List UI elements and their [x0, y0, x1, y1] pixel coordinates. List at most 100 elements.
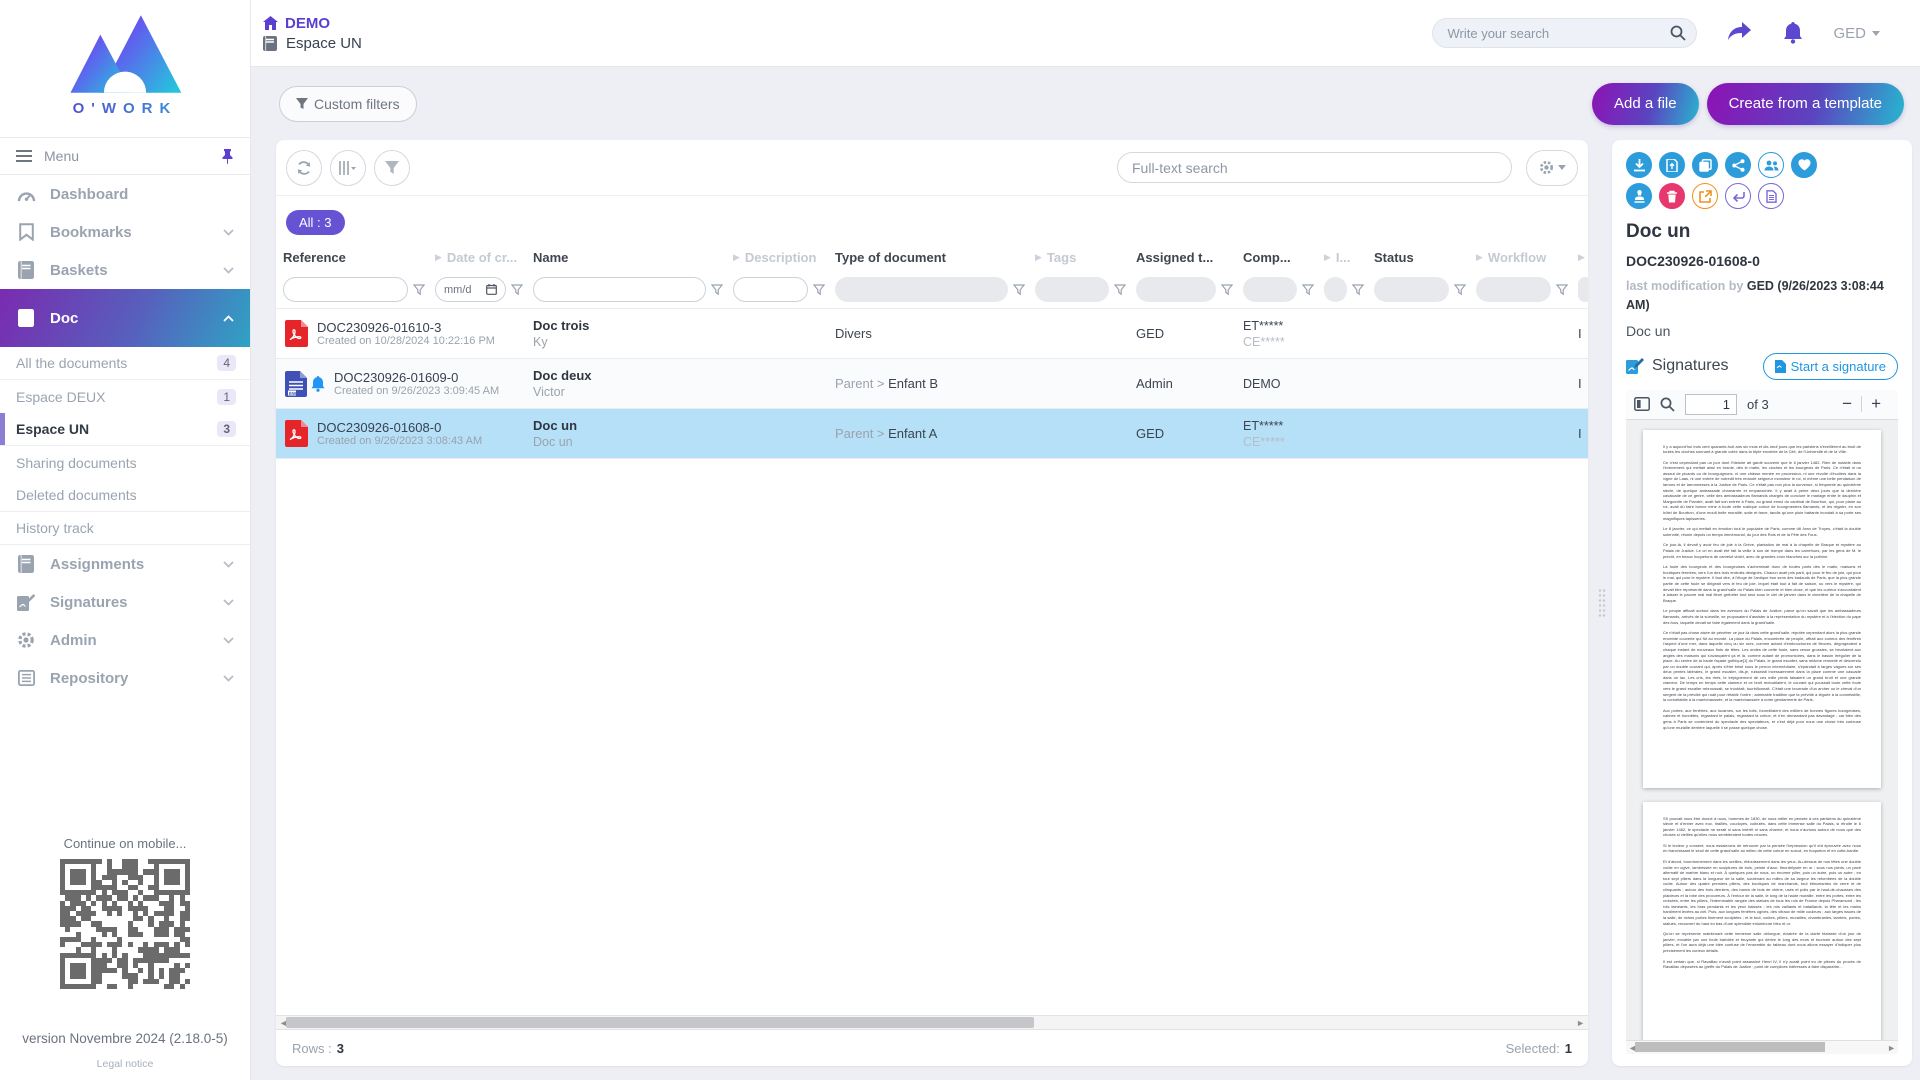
- funnel-icon[interactable]: [813, 284, 825, 296]
- pdf-search-icon[interactable]: [1660, 397, 1675, 412]
- filter-input[interactable]: [283, 277, 408, 302]
- sidebar-subitem-deleted-documents[interactable]: Deleted documents: [0, 479, 250, 512]
- funnel-icon[interactable]: [1556, 284, 1568, 296]
- sidebar-item-assignments[interactable]: Assignments: [0, 545, 250, 583]
- filter-input[interactable]: [733, 277, 808, 302]
- columns-button[interactable]: [330, 150, 366, 186]
- scrollbar-thumb[interactable]: [286, 1017, 1034, 1028]
- sidebar-toggle-icon[interactable]: [1634, 397, 1650, 411]
- home-icon: [263, 16, 278, 30]
- funnel-icon: [296, 98, 308, 110]
- column-header-comp-[interactable]: Comp...: [1243, 250, 1324, 265]
- filter-cell-y-: [1578, 277, 1588, 302]
- sidebar-subitem-sharing-documents[interactable]: Sharing documents: [0, 446, 250, 479]
- sidebar-subitem-espace-un[interactable]: Espace UN3: [0, 413, 250, 446]
- table-row[interactable]: DOC230926-01608-0Created on 9/26/2023 3:…: [276, 409, 1588, 459]
- column-header-i-[interactable]: ▶I...: [1324, 250, 1374, 265]
- funnel-icon[interactable]: [1352, 284, 1364, 296]
- file-up-action-button[interactable]: [1659, 152, 1685, 178]
- column-header-tags[interactable]: ▶Tags: [1035, 250, 1136, 265]
- sort-arrow-icon: ▶: [733, 252, 740, 263]
- notifications-bell-icon[interactable]: [1783, 22, 1803, 44]
- search-icon[interactable]: [1670, 25, 1686, 41]
- custom-filters-label: Custom filters: [314, 96, 400, 112]
- breadcrumb-home[interactable]: DEMO: [263, 15, 362, 32]
- pdf-pages[interactable]: Il y a aujourd'hui trois cent quarante-h…: [1626, 420, 1898, 1041]
- sidebar-subitem-espace-deux[interactable]: Espace DEUX1: [0, 380, 250, 413]
- external-action-button[interactable]: [1692, 183, 1718, 209]
- column-header-type-of-document[interactable]: Type of document: [835, 250, 1035, 265]
- funnel-icon[interactable]: [1013, 284, 1025, 296]
- page-number-input[interactable]: [1685, 394, 1737, 415]
- chevron-up-icon: [223, 315, 234, 322]
- refresh-button[interactable]: [286, 150, 322, 186]
- trash-action-button[interactable]: [1659, 183, 1685, 209]
- column-header-reference[interactable]: Reference: [283, 250, 435, 265]
- filter-input[interactable]: [533, 277, 706, 302]
- type-cell: Divers: [835, 326, 1035, 341]
- type-parent: Parent: [835, 426, 873, 441]
- all-count-badge[interactable]: All : 3: [286, 210, 345, 235]
- column-header-name[interactable]: Name: [533, 250, 733, 265]
- column-header-y-[interactable]: ▶Y...: [1578, 250, 1588, 265]
- table-horizontal-scrollbar[interactable]: ◄ ►: [276, 1015, 1588, 1030]
- breadcrumb-space[interactable]: Espace UN: [263, 35, 362, 52]
- return-action-button[interactable]: [1725, 183, 1751, 209]
- create-template-button[interactable]: Create from a template: [1707, 83, 1904, 125]
- date-filter-input[interactable]: mm/d: [435, 277, 506, 302]
- users-action-button[interactable]: [1758, 152, 1784, 178]
- column-header-assigned-t-[interactable]: Assigned t...: [1136, 250, 1243, 265]
- table-row[interactable]: EWDOC230926-01609-0Created on 9/26/2023 …: [276, 359, 1588, 409]
- column-header-status[interactable]: Status: [1374, 250, 1476, 265]
- hamburger-icon[interactable]: [16, 150, 32, 162]
- sidebar-item-doc[interactable]: Doc: [0, 289, 250, 347]
- funnel-icon[interactable]: [711, 284, 723, 296]
- funnel-icon[interactable]: [1454, 284, 1466, 296]
- copy-action-button[interactable]: [1692, 152, 1718, 178]
- start-signature-button[interactable]: Start a signature: [1763, 353, 1898, 380]
- column-header-description[interactable]: ▶Description: [733, 250, 835, 265]
- sidebar-item-signatures[interactable]: Signatures: [0, 583, 250, 621]
- filter-button[interactable]: [374, 150, 410, 186]
- pdf-horizontal-scrollbar[interactable]: ◄ ►: [1626, 1040, 1898, 1054]
- pin-icon[interactable]: [221, 149, 234, 164]
- sidebar-item-repository[interactable]: Repository: [0, 659, 250, 697]
- funnel-icon[interactable]: [413, 284, 425, 296]
- funnel-icon[interactable]: [1302, 284, 1314, 296]
- table-settings-button[interactable]: [1526, 150, 1578, 186]
- zoom-out-icon[interactable]: −: [1833, 394, 1861, 414]
- user-menu[interactable]: GED: [1833, 25, 1880, 42]
- scroll-right-icon[interactable]: ►: [1576, 1017, 1585, 1029]
- share-action-button[interactable]: [1725, 152, 1751, 178]
- column-header-label: Type of document: [835, 250, 946, 265]
- filter-cell-comp-: [1243, 277, 1324, 302]
- stamp-action-button[interactable]: [1626, 183, 1652, 209]
- sidebar-item-baskets[interactable]: Baskets: [0, 251, 250, 289]
- download-action-button[interactable]: [1626, 152, 1652, 178]
- sidebar-subitem-all-the-documents[interactable]: All the documents4: [0, 347, 250, 380]
- sidebar-item-bookmarks[interactable]: Bookmarks: [0, 213, 250, 251]
- add-file-button[interactable]: Add a file: [1592, 83, 1699, 125]
- sidebar-subitem-history-track[interactable]: History track: [0, 512, 250, 545]
- sidebar-item-admin[interactable]: Admin: [0, 621, 250, 659]
- column-header-workflow[interactable]: ▶Workflow: [1476, 250, 1578, 265]
- table-row[interactable]: DOC230926-01610-3Created on 10/28/2024 1…: [276, 309, 1588, 359]
- zoom-in-icon[interactable]: +: [1862, 394, 1890, 414]
- pdf-scroll-right-icon[interactable]: ►: [1887, 1042, 1896, 1054]
- fulltext-search-input[interactable]: [1132, 160, 1497, 176]
- doc-page-action-button[interactable]: [1758, 183, 1784, 209]
- global-search-input[interactable]: [1447, 26, 1670, 41]
- custom-filters-button[interactable]: Custom filters: [279, 86, 417, 122]
- funnel-icon[interactable]: [1221, 284, 1233, 296]
- pdf-scrollbar-thumb[interactable]: [1635, 1042, 1825, 1052]
- main-area: DEMO Espace UN: [251, 0, 1920, 1080]
- funnel-icon[interactable]: [511, 284, 523, 296]
- sidebar-item-dashboard[interactable]: Dashboard: [0, 175, 250, 213]
- heart-action-button[interactable]: [1791, 152, 1817, 178]
- sidebar-item-label: Bookmarks: [50, 224, 132, 241]
- share-forward-icon[interactable]: [1727, 22, 1753, 44]
- funnel-icon[interactable]: [1114, 284, 1126, 296]
- panel-resize-handle[interactable]: [1598, 588, 1606, 618]
- legal-notice-link[interactable]: Legal notice: [0, 1058, 250, 1070]
- column-header-date-of-cr-[interactable]: ▶Date of cr...: [435, 250, 533, 265]
